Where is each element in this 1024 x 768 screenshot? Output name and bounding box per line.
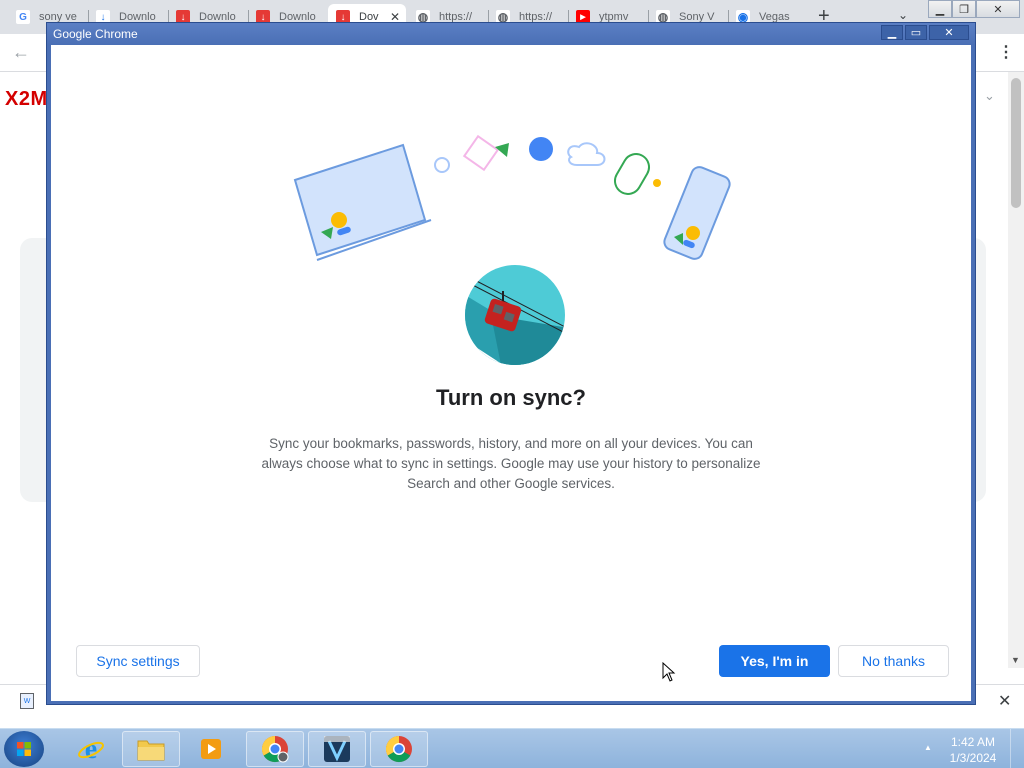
restore-button[interactable]: ❐ (952, 0, 976, 18)
menu-kebab-icon[interactable]: ⋮ (998, 42, 1014, 62)
yes-im-in-button[interactable]: Yes, I'm in (719, 645, 830, 677)
sync-illustration (293, 134, 731, 365)
file-icon: W (20, 693, 34, 709)
phone-illustration (663, 166, 731, 260)
pill-shape (614, 153, 650, 195)
dialog-headline: Turn on sync? (436, 385, 586, 410)
site-logo: X2M (5, 88, 48, 110)
scroll-thumb[interactable] (1011, 78, 1021, 208)
sync-dialog-window: Google Chrome ▁ ▭ ✕ Turn on sync? Sync y… (46, 22, 976, 705)
dialog-close-button[interactable]: ✕ (929, 25, 969, 40)
show-desktop-button[interactable] (1010, 729, 1024, 768)
chrome-icon (385, 735, 412, 763)
blue-dot (529, 137, 553, 161)
clock-time: 1:42 AM (950, 735, 996, 749)
mouse-cursor-icon (662, 662, 676, 682)
vegas-pro-icon (324, 736, 350, 762)
media-player-icon (201, 739, 221, 759)
chrome-profile-taskbar-button[interactable] (246, 731, 304, 767)
internet-explorer-taskbar-button[interactable]: e (62, 731, 120, 767)
dialog-content: Turn on sync? Sync your bookmarks, passw… (51, 45, 971, 701)
yellow-dot (653, 179, 661, 187)
tray-expand-icon[interactable]: ▲ (924, 743, 932, 752)
start-button[interactable] (4, 731, 44, 767)
vegas-pro-taskbar-button[interactable] (308, 731, 366, 767)
chevron-down-icon: ⌄ (984, 88, 995, 103)
windows-taskbar: e ▲ 1:42 AM 1/3/2024 (0, 728, 1024, 768)
system-clock[interactable]: 1:42 AM 1/3/2024 (942, 734, 1004, 766)
close-icon[interactable]: ✕ (998, 691, 1011, 711)
media-player-taskbar-button[interactable] (182, 731, 240, 767)
laptop-illustration (293, 143, 432, 261)
windows-logo-icon (17, 742, 31, 756)
chrome-taskbar-button[interactable] (370, 731, 428, 767)
cloud-shape (567, 142, 606, 166)
circle-shape (434, 157, 450, 173)
scroll-down-icon[interactable]: ▼ (1011, 655, 1020, 665)
file-explorer-taskbar-button[interactable] (122, 731, 180, 767)
google-icon: G (16, 10, 30, 24)
chevron-down-icon[interactable]: ⌄ (898, 8, 908, 22)
dialog-maximize-button[interactable]: ▭ (905, 25, 927, 40)
clock-date: 1/3/2024 (949, 751, 997, 765)
sync-settings-button[interactable]: Sync settings (76, 645, 200, 677)
cable-car-illustration (465, 265, 565, 365)
dialog-minimize-button[interactable]: ▁ (881, 25, 903, 40)
back-arrow-icon[interactable]: ← (12, 42, 30, 63)
minimize-button[interactable]: ▁ (928, 0, 952, 18)
no-thanks-button[interactable]: No thanks (838, 645, 949, 677)
dialog-description: Sync your bookmarks, passwords, history,… (261, 436, 761, 491)
diamond-shape (462, 134, 500, 172)
svg-text:e: e (85, 734, 97, 764)
close-button[interactable]: ✕ (976, 0, 1020, 18)
chrome-icon (261, 735, 289, 763)
dialog-title: Google Chrome (53, 27, 138, 41)
internet-explorer-icon: e (78, 734, 104, 764)
folder-icon (137, 740, 165, 761)
